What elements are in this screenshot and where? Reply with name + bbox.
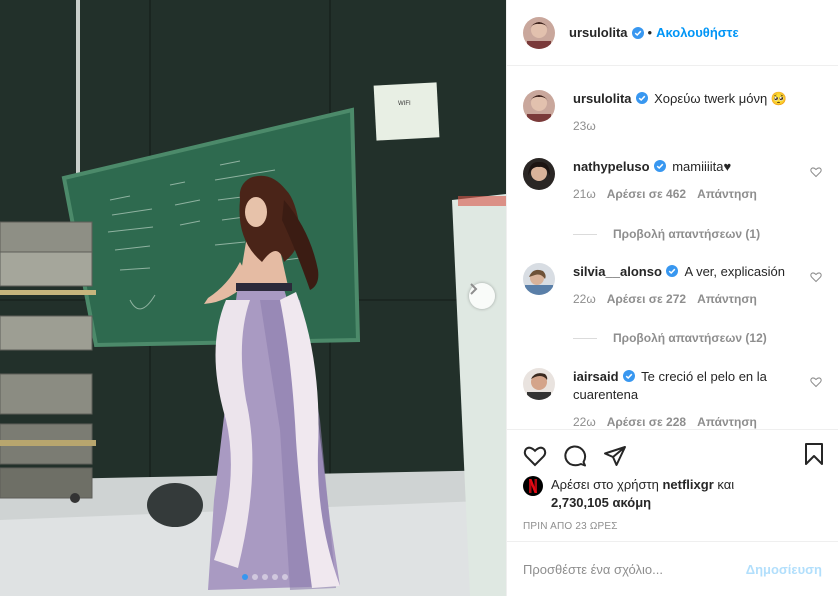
caption-text: Χορεύω twerk μόνη 🥺 [654, 91, 788, 106]
replies-line [573, 337, 597, 339]
comment-body: nathypeluso mamiiiita♥ 21ω Αρέσει σε 462… [573, 158, 822, 203]
comment-text: mamiiiita♥ [672, 159, 732, 174]
chevron-right-icon [470, 283, 478, 295]
svg-text:WIFI: WIFI [398, 101, 411, 107]
separator-dot: • [647, 25, 653, 40]
carousel-dot [272, 574, 278, 580]
post-actions: Αρέσει στο χρήστη netflixgr και 2,730,10… [507, 429, 838, 596]
bookmark-icon[interactable] [802, 442, 826, 466]
comment-text: A ver, explicasión [684, 264, 785, 279]
carousel-dot [282, 574, 288, 580]
comment-meta: 22ω Αρέσει σε 272 Απάντηση [573, 290, 822, 308]
verified-badge-icon [635, 92, 648, 104]
post-photo[interactable]: WIFI [0, 0, 506, 596]
netflix-n-icon [529, 479, 537, 493]
comment-like-heart-icon[interactable] [810, 376, 822, 388]
photo-illustration: WIFI [0, 0, 506, 596]
comment-meta: 21ω Αρέσει σε 462 Απάντηση [573, 185, 822, 203]
likes-text: Αρέσει στο χρήστη netflixgr και 2,730,10… [551, 476, 734, 512]
author-avatar[interactable] [523, 16, 555, 49]
comment-time[interactable]: 22ω [573, 413, 596, 429]
commenter-avatar[interactable] [523, 263, 555, 295]
caption-username[interactable]: ursulolita [573, 91, 632, 106]
instagram-post-view: WIFI ursulolita • Ακολουθήστε ursulolita… [0, 0, 838, 596]
comment-likes-count[interactable]: Αρέσει σε 228 [607, 413, 686, 429]
view-replies-button[interactable]: Προβολή απαντήσεων (12) [573, 331, 767, 345]
author-avatar[interactable] [523, 90, 555, 122]
liker-username[interactable]: netflixgr [662, 477, 713, 492]
carousel-dot [262, 574, 268, 580]
comment-item: nathypeluso mamiiiita♥ 21ω Αρέσει σε 462… [523, 158, 822, 203]
follow-button[interactable]: Ακολουθήστε [656, 25, 739, 40]
comment-item: iairsaid Te creció el pelo en la cuarent… [523, 368, 822, 429]
verified-badge-icon [622, 370, 635, 382]
caption-meta: 23ω [573, 117, 822, 135]
comment-meta: 22ω Αρέσει σε 228 Απάντηση [573, 413, 822, 429]
comment-like-heart-icon[interactable] [810, 166, 822, 178]
commenter-avatar[interactable] [523, 158, 555, 190]
author-username[interactable]: ursulolita [569, 25, 628, 40]
reply-button[interactable]: Απάντηση [697, 413, 757, 429]
share-paper-plane-icon[interactable] [603, 444, 627, 468]
likes-summary: Αρέσει στο χρήστη netflixgr και 2,730,10… [523, 476, 822, 512]
comment-username[interactable]: silvia__alonso [573, 264, 662, 279]
verified-badge-icon [665, 265, 678, 277]
post-sidebar: ursulolita • Ακολουθήστε ursulolita Χορε… [506, 0, 838, 596]
comment-input[interactable] [523, 562, 746, 577]
action-bar [523, 438, 826, 474]
add-comment-bar: Δημοσίευση [507, 541, 838, 596]
comment-bubble-icon[interactable] [563, 444, 587, 468]
view-replies-button[interactable]: Προβολή απαντήσεων (1) [573, 227, 760, 241]
comment-body: silvia__alonso A ver, explicasión 22ω Αρ… [573, 263, 822, 308]
comment-body: iairsaid Te creció el pelo en la cuarent… [573, 368, 822, 429]
caption-time[interactable]: 23ω [573, 117, 596, 135]
replies-line [573, 233, 597, 235]
reply-button[interactable]: Απάντηση [697, 290, 757, 308]
comment-item: silvia__alonso A ver, explicasión 22ω Αρ… [523, 263, 822, 308]
carousel-indicator [0, 574, 506, 580]
carousel-dot [252, 574, 258, 580]
verified-badge-icon [653, 160, 666, 172]
view-replies-label: Προβολή απαντήσεων (1) [613, 227, 761, 241]
likes-prefix: Αρέσει στο χρήστη [551, 477, 659, 492]
post-timestamp[interactable]: ΠΡΙΝ ΑΠΟ 23 ΩΡΕΣ [523, 521, 618, 532]
carousel-dot [242, 574, 248, 580]
comment-time[interactable]: 22ω [573, 290, 596, 308]
netflix-logo-avatar[interactable] [523, 476, 543, 496]
comment-likes-count[interactable]: Αρέσει σε 272 [607, 290, 686, 308]
verified-badge-icon [631, 26, 644, 39]
like-heart-icon[interactable] [523, 444, 547, 468]
likes-middle: και [717, 477, 735, 492]
header-text: ursulolita • Ακολουθήστε [569, 25, 739, 40]
post-header: ursulolita • Ακολουθήστε [507, 0, 838, 66]
comment-like-heart-icon[interactable] [810, 271, 822, 283]
reply-button[interactable]: Απάντηση [697, 185, 757, 203]
comment-username[interactable]: nathypeluso [573, 159, 650, 174]
comments-list[interactable]: ursulolita Χορεύω twerk μόνη 🥺 23ω nathy… [507, 66, 838, 429]
comment-time[interactable]: 21ω [573, 185, 596, 203]
likes-count[interactable]: 2,730,105 [551, 495, 609, 510]
caption-body: ursulolita Χορεύω twerk μόνη 🥺 23ω [573, 90, 822, 135]
comment-likes-count[interactable]: Αρέσει σε 462 [607, 185, 686, 203]
likes-suffix[interactable]: ακόμη [612, 495, 651, 510]
post-comment-button[interactable]: Δημοσίευση [746, 562, 822, 577]
caption-item: ursulolita Χορεύω twerk μόνη 🥺 23ω [523, 90, 822, 135]
comment-username[interactable]: iairsaid [573, 369, 619, 384]
next-slide-button[interactable] [469, 283, 495, 309]
view-replies-label: Προβολή απαντήσεων (12) [613, 331, 767, 345]
commenter-avatar[interactable] [523, 368, 555, 400]
